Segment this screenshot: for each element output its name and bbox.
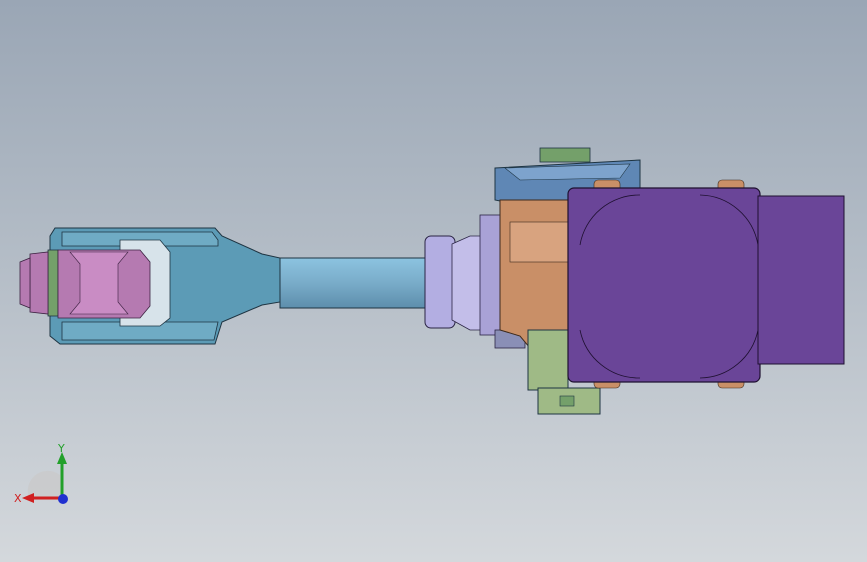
servo-motor[interactable] <box>567 179 845 389</box>
graphics-viewport[interactable]: Y X <box>0 0 867 562</box>
z-axis-dot <box>58 494 68 504</box>
x-axis-label: X <box>14 492 22 505</box>
shaft[interactable] <box>279 257 431 309</box>
robot-arm-model[interactable] <box>0 0 867 562</box>
y-axis-label: Y <box>57 442 65 455</box>
coordinate-triad: Y X <box>14 442 68 505</box>
clevis-pin[interactable] <box>19 249 151 319</box>
